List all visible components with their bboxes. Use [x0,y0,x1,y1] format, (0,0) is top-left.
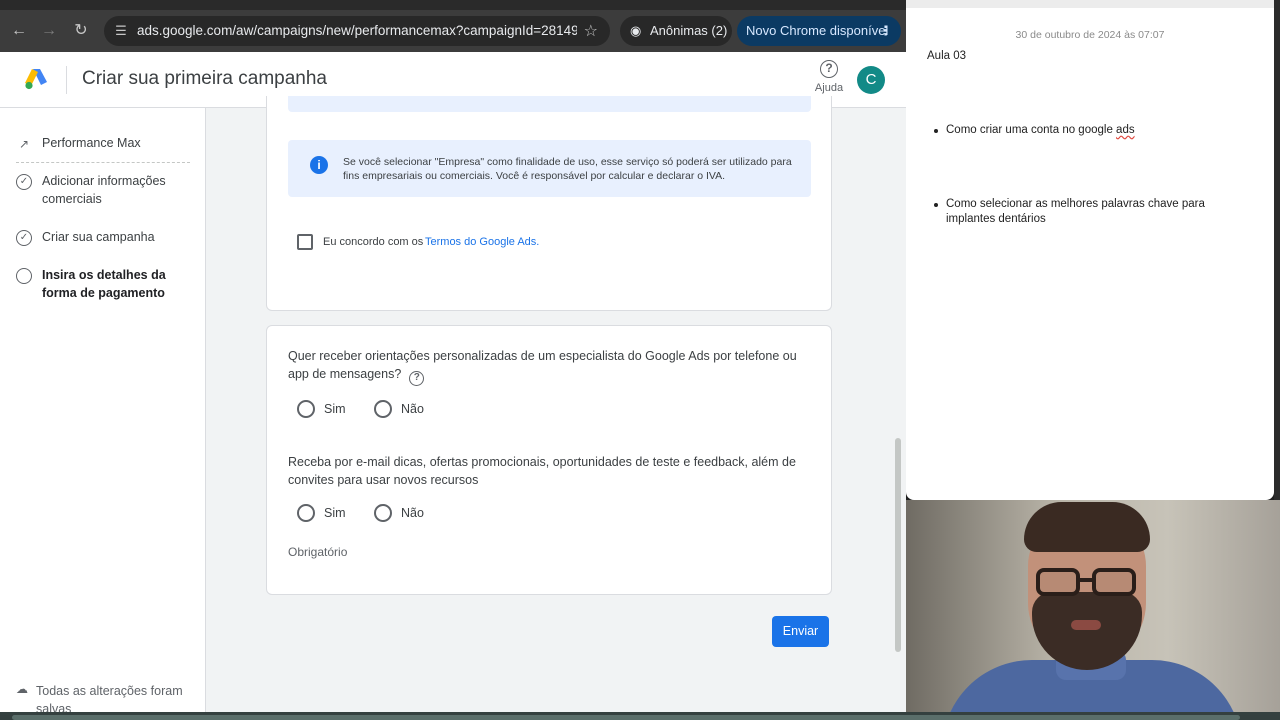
step-label: Criar sua campanha [42,230,155,244]
note-bullet-text: Como criar uma conta no google [946,124,1117,136]
step-label: Insira os detalhes da forma de pagamento [42,268,166,300]
site-settings-icon[interactable]: ☰ [112,22,130,40]
incognito-chip[interactable]: ◉ Anônimas (2) [620,16,732,46]
glasses-bridge [1080,578,1092,582]
trending-icon: ↗ [18,137,30,151]
update-label: Novo Chrome disponível [746,23,889,38]
radio-label: Não [401,402,424,416]
note-bullet[interactable]: Como selecionar as melhores palavras cha… [934,197,1246,227]
google-ads-page: Criar sua primeira campanha ? Ajuda C ↗ … [0,52,906,712]
question-email-tips: Receba por e-mail dicas, ofertas promoci… [288,453,808,489]
terms-checkbox[interactable] [297,234,313,250]
url-text: ads.google.com/aw/campaigns/new/performa… [137,23,577,38]
header-divider [66,66,67,94]
save-status: ☁ Todas as alterações foram salvas [16,682,200,712]
terms-label: Eu concordo com os [323,236,424,248]
submit-button[interactable]: Enviar [772,616,829,647]
google-ads-logo-icon[interactable] [24,68,48,90]
dock-bar [12,715,1240,720]
presenter-hair [1024,502,1150,552]
billing-card: i Se você selecionar "Empresa" como fina… [266,96,832,311]
check-circle-icon: ✓ [16,230,32,246]
radio-button[interactable] [374,400,392,418]
steps-sidebar: ↗ Performance Max ✓ Adicionar informaçõe… [0,108,206,712]
question-text: Quer receber orientações personalizadas … [288,349,797,381]
radio-label: Não [401,506,424,520]
notes-window: 30 de outubro de 2024 às 07:07 Aula 03 C… [906,0,1274,500]
step-create-campaign[interactable]: ✓ Criar sua campanha [16,228,200,246]
note-title[interactable]: Aula 03 [927,50,966,62]
help-icon[interactable]: ? [409,371,425,386]
save-status-label: Todas as alterações foram salvas [36,684,183,712]
notes-title-strip [906,0,1274,8]
radio-button[interactable] [297,400,315,418]
info-text: Se você selecionar "Empresa" como finali… [343,156,792,182]
address-bar[interactable]: ☰ ads.google.com/aw/campaigns/new/perfor… [104,16,610,46]
question-text: Receba por e-mail dicas, ofertas promoci… [288,455,796,487]
page-title: Criar sua primeira campanha [82,68,327,89]
step-label: Adicionar informações comerciais [42,174,166,206]
step-business-info[interactable]: ✓ Adicionar informações comerciais [16,172,200,208]
radio-label: Sim [324,402,346,416]
terms-link[interactable]: Termos do Google Ads. [425,236,539,248]
page-scrollbar[interactable] [895,438,901,652]
radio-label: Sim [324,506,346,520]
avatar[interactable]: C [857,66,885,94]
question-expert-guidance: Quer receber orientações personalizadas … [288,347,808,386]
glasses-right-lens [1092,568,1136,596]
dock-strip [0,712,1280,720]
help-label: Ajuda [814,82,844,94]
info-icon: i [310,156,328,174]
radio-button[interactable] [297,504,315,522]
step-payment-details[interactable]: Insira os detalhes da forma de pagamento [16,266,200,302]
check-circle-icon: ✓ [16,174,32,190]
chrome-update-button[interactable]: Novo Chrome disponível ⋮ [737,16,901,46]
required-label: Obrigatório [288,545,348,559]
note-bullet[interactable]: Como criar uma conta no google ads [934,123,1246,138]
cloud-done-icon: ☁ [16,682,28,696]
empty-circle-icon [16,268,32,284]
tab-strip [0,0,906,10]
preferences-card: Quer receber orientações personalizadas … [266,325,832,595]
forward-arrow-icon[interactable]: → [38,20,60,42]
misspelled-word: ads [1116,124,1135,136]
back-arrow-icon[interactable]: ← [8,20,30,42]
help-button[interactable]: ? Ajuda [812,58,846,94]
note-date: 30 de outubro de 2024 às 07:07 [1015,29,1165,41]
incognito-label: Anônimas (2) [650,23,728,38]
radio-button[interactable] [374,504,392,522]
glasses-left-lens [1036,568,1080,596]
info-strip [288,96,811,112]
step-divider [16,162,190,163]
incognito-icon: ◉ [630,23,642,38]
bookmark-star-icon[interactable]: ☆ [584,21,598,41]
main-content: i Se você selecionar "Empresa" como fina… [206,96,906,712]
presenter-mouth [1071,620,1101,630]
help-icon: ? [820,60,838,78]
step-label: Performance Max [42,136,141,150]
desktop-edge [1274,0,1280,500]
webcam-overlay [906,500,1280,712]
browser-toolbar: ← → ↻ ☰ ads.google.com/aw/campaigns/new/… [0,0,906,52]
kebab-menu-icon[interactable]: ⋮ [879,16,892,46]
reload-icon[interactable]: ↻ [70,20,92,42]
step-performance-max[interactable]: ↗ Performance Max [16,134,200,152]
vat-info-box: i Se você selecionar "Empresa" como fina… [288,140,811,197]
